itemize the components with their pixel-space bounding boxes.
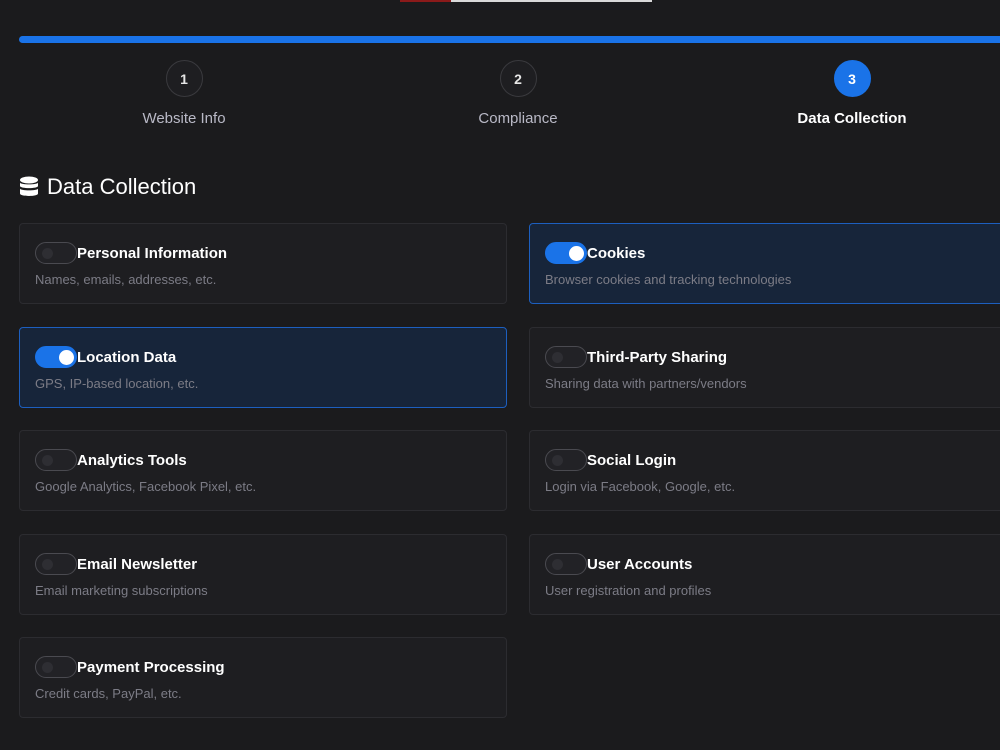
section-title: Data Collection: [47, 174, 197, 199]
option-title: Cookies: [587, 244, 646, 262]
database-icon: [20, 176, 38, 196]
option-title: Personal Information: [77, 244, 228, 262]
step-label: Data Collection: [797, 110, 907, 127]
top-strip-red: [400, 0, 451, 2]
stepper: 1 Website Info 2 Compliance 3 Data Colle…: [0, 60, 1000, 140]
option-title: Analytics Tools: [77, 451, 187, 469]
page: 1 Website Info 2 Compliance 3 Data Colle…: [0, 0, 1000, 750]
toggle-switch[interactable]: [35, 242, 77, 264]
step-number: 2: [499, 60, 537, 97]
option-title: Social Login: [587, 451, 677, 469]
option-card-analytics-tools[interactable]: Analytics Tools Google Analytics, Facebo…: [19, 430, 507, 511]
toggle-switch[interactable]: [35, 346, 77, 368]
progress-fill: [19, 36, 1000, 43]
option-title: User Accounts: [587, 555, 693, 573]
toggle-switch[interactable]: [545, 242, 587, 264]
top-strip-white: [451, 0, 652, 2]
option-card-social-login[interactable]: Social Login Login via Facebook, Google,…: [529, 430, 1000, 511]
option-card-personal-information[interactable]: Personal Information Names, emails, addr…: [19, 223, 507, 304]
toggle-switch[interactable]: [35, 553, 77, 575]
option-description: Sharing data with partners/vendors: [545, 376, 747, 391]
option-description: GPS, IP-based location, etc.: [35, 376, 199, 391]
toggle-switch[interactable]: [35, 449, 77, 471]
option-description: Google Analytics, Facebook Pixel, etc.: [35, 479, 257, 494]
option-card-user-accounts[interactable]: User Accounts User registration and prof…: [529, 534, 1000, 615]
option-description: Credit cards, PayPal, etc.: [35, 686, 182, 701]
option-card-location-data[interactable]: Location Data GPS, IP-based location, et…: [19, 327, 507, 408]
option-card-third-party-sharing[interactable]: Third-Party Sharing Sharing data with pa…: [529, 327, 1000, 408]
toggle-switch[interactable]: [545, 553, 587, 575]
option-title: Email Newsletter: [77, 555, 198, 573]
step-data-collection[interactable]: 3 Data Collection: [752, 60, 952, 127]
toggle-switch[interactable]: [545, 346, 587, 368]
option-card-email-newsletter[interactable]: Email Newsletter Email marketing subscri…: [19, 534, 507, 615]
option-title: Location Data: [77, 348, 177, 366]
option-description: Login via Facebook, Google, etc.: [545, 479, 736, 494]
option-title: Payment Processing: [77, 658, 225, 676]
step-website-info[interactable]: 1 Website Info: [84, 60, 284, 127]
option-title: Third-Party Sharing: [587, 348, 728, 366]
option-description: User registration and profiles: [545, 583, 712, 598]
step-compliance[interactable]: 2 Compliance: [418, 60, 618, 127]
section-heading: Data Collection: [19, 174, 196, 200]
step-number: 3: [833, 60, 871, 97]
option-description: Email marketing subscriptions: [35, 583, 208, 598]
option-description: Names, emails, addresses, etc.: [35, 272, 217, 287]
option-description: Browser cookies and tracking technologie…: [545, 272, 792, 287]
toggle-switch[interactable]: [545, 449, 587, 471]
step-label: Compliance: [478, 110, 558, 127]
top-cut-off-element: [400, 0, 652, 2]
progress-bar: [19, 36, 1000, 43]
option-card-payment-processing[interactable]: Payment Processing Credit cards, PayPal,…: [19, 637, 507, 718]
step-label: Website Info: [142, 110, 226, 127]
toggle-switch[interactable]: [35, 656, 77, 678]
step-number: 1: [165, 60, 203, 97]
option-card-cookies[interactable]: Cookies Browser cookies and tracking tec…: [529, 223, 1000, 304]
